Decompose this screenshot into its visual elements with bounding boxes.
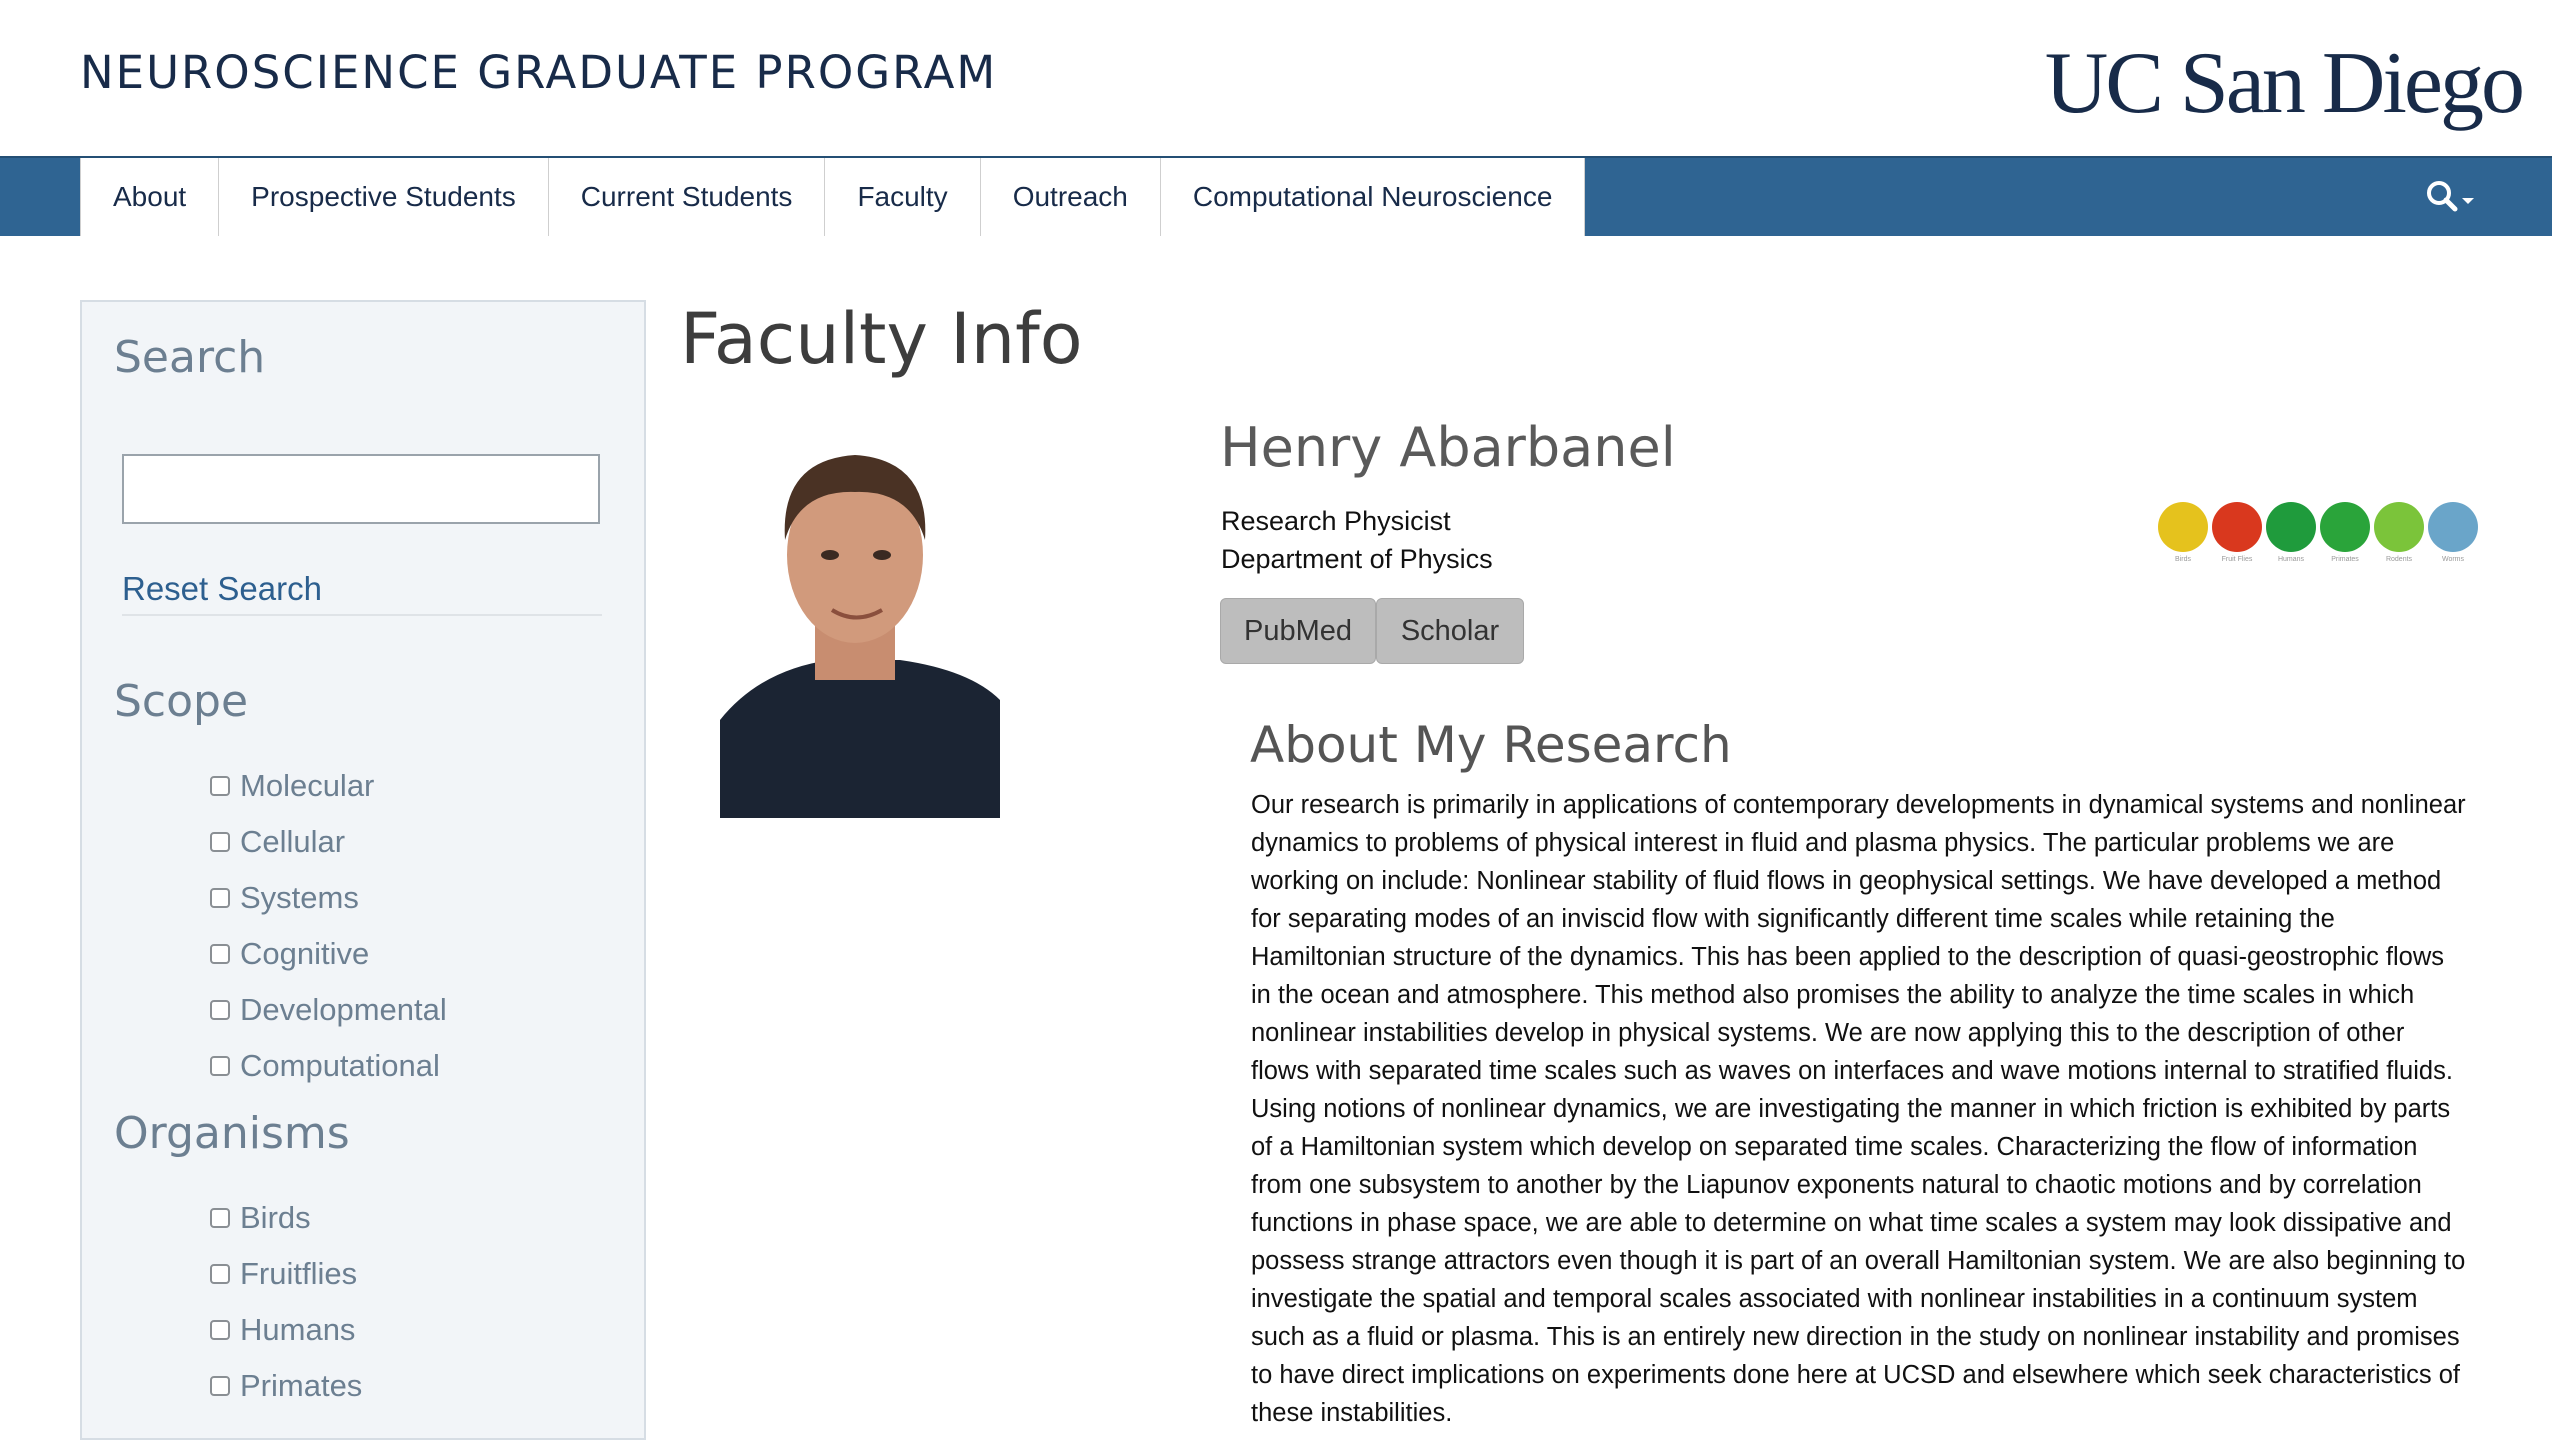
checkbox-label: Developmental [240, 992, 447, 1027]
scholar-button[interactable]: Scholar [1376, 598, 1524, 664]
nav-tabs: About Prospective Students Current Stude… [80, 158, 1586, 236]
main-navbar: About Prospective Students Current Stude… [0, 156, 2552, 236]
bird-icon: Birds [2156, 500, 2210, 570]
checkbox[interactable] [210, 1376, 230, 1396]
worm-icon: Worms [2426, 500, 2480, 570]
reset-search-link[interactable]: Reset Search [122, 570, 322, 608]
pubmed-button[interactable]: PubMed [1220, 598, 1376, 664]
nav-item-computational-neuroscience[interactable]: Computational Neuroscience [1161, 158, 1586, 236]
research-heading: About My Research [1250, 716, 1732, 774]
scope-checkbox-developmental[interactable]: Developmental [210, 992, 447, 1028]
checkbox-label: Systems [240, 880, 359, 915]
checkbox[interactable] [210, 1320, 230, 1340]
page-title: Faculty Info [680, 298, 1083, 380]
checkbox[interactable] [210, 1056, 230, 1076]
organism-icon-caption: Birds [2175, 556, 2191, 563]
sidebar-filter-panel: Search Reset Search Scope Molecular Cell… [80, 300, 646, 1440]
scope-checkbox-cognitive[interactable]: Cognitive [210, 936, 369, 972]
sidebar-search-input[interactable] [122, 454, 600, 524]
scope-checkbox-cellular[interactable]: Cellular [210, 824, 345, 860]
organisms-heading: Organisms [114, 1108, 350, 1159]
scope-checkbox-computational[interactable]: Computational [210, 1048, 440, 1084]
scope-heading: Scope [114, 676, 249, 727]
organism-icon-caption: Humans [2277, 556, 2305, 563]
nav-item-current-students[interactable]: Current Students [549, 158, 826, 236]
checkbox-label: Birds [240, 1200, 311, 1235]
primate-icon: Primates [2318, 500, 2372, 570]
organism-checkbox-primates[interactable]: Primates [210, 1368, 362, 1404]
rodent-icon: Rodents [2372, 500, 2426, 570]
checkbox[interactable] [210, 1208, 230, 1228]
checkbox-label: Molecular [240, 768, 375, 803]
checkbox[interactable] [210, 832, 230, 852]
faculty-department: Department of Physics [1221, 544, 1493, 574]
site-header: NEUROSCIENCE GRADUATE PROGRAM UC San Die… [0, 0, 2552, 156]
checkbox-label: Cognitive [240, 936, 370, 971]
organism-icons: Birds Fruit Flies Humans Primates Rodent… [2156, 500, 2480, 570]
search-icon [2427, 181, 2474, 212]
checkbox-label: Humans [240, 1312, 356, 1347]
organism-icon-caption: Fruit Flies [2221, 556, 2253, 563]
uc-san-diego-logo[interactable]: UC San Diego [2045, 40, 2525, 128]
nav-item-prospective-students[interactable]: Prospective Students [219, 158, 549, 236]
faculty-title: Research Physicist [1221, 506, 1451, 536]
checkbox[interactable] [210, 1000, 230, 1020]
checkbox-label: Fruitflies [240, 1256, 358, 1291]
checkbox[interactable] [210, 1264, 230, 1284]
checkbox-label: Cellular [240, 824, 346, 859]
sidebar-search-heading: Search [114, 332, 266, 383]
organism-icon-caption: Rodents [2385, 556, 2413, 563]
checkbox-label: Computational [240, 1048, 440, 1083]
organism-checkbox-birds[interactable]: Birds [210, 1200, 311, 1236]
organism-icon-caption: Worms [2441, 556, 2465, 563]
nav-item-faculty[interactable]: Faculty [825, 158, 981, 236]
nav-item-outreach[interactable]: Outreach [981, 158, 1161, 236]
search-toggle-button[interactable] [2424, 178, 2480, 218]
organism-checkbox-fruitflies[interactable]: Fruitflies [210, 1256, 357, 1292]
research-description: Our research is primarily in application… [1251, 791, 2466, 1427]
organism-icon-caption: Primates [2331, 556, 2359, 563]
checkbox-label: Primates [240, 1368, 363, 1403]
nav-item-about[interactable]: About [81, 158, 220, 236]
program-title[interactable]: NEUROSCIENCE GRADUATE PROGRAM [80, 46, 997, 99]
scope-checkbox-systems[interactable]: Systems [210, 880, 359, 916]
sidebar-divider [122, 614, 602, 616]
checkbox[interactable] [210, 888, 230, 908]
faculty-name: Henry Abarbanel [1220, 416, 1676, 479]
faculty-portrait [720, 420, 1000, 818]
human-icon: Humans [2264, 500, 2318, 570]
scope-checkbox-molecular[interactable]: Molecular [210, 768, 374, 804]
caret-down-icon [2462, 198, 2474, 204]
checkbox[interactable] [210, 776, 230, 796]
fruitfly-icon: Fruit Flies [2210, 500, 2264, 570]
organism-checkbox-humans[interactable]: Humans [210, 1312, 355, 1348]
checkbox[interactable] [210, 944, 230, 964]
